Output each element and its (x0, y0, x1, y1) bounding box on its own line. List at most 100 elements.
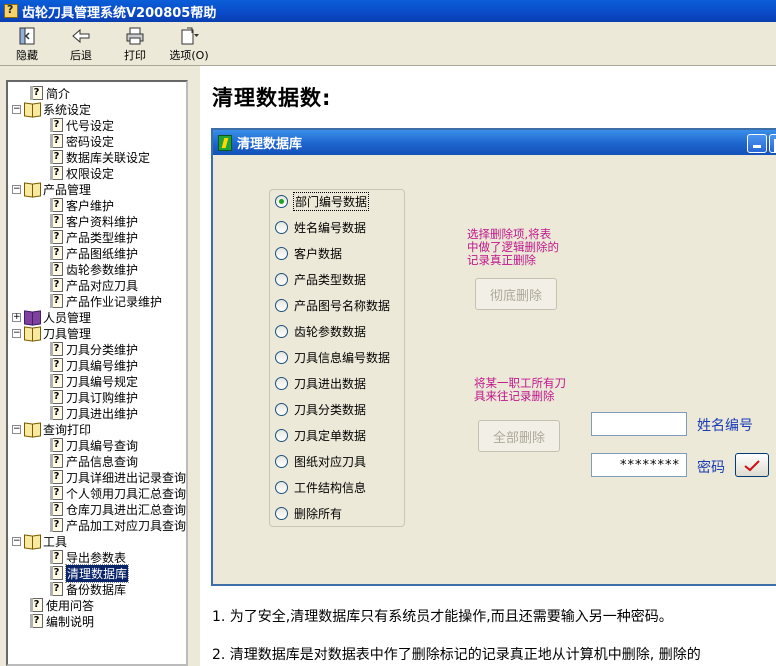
name-code-input[interactable] (591, 412, 687, 436)
expand-icon[interactable]: + (12, 312, 21, 322)
delete-option-radio[interactable]: 工件结构信息 (275, 479, 366, 495)
option-label: 刀具定单数据 (294, 428, 367, 443)
dialog-title-bar: 清理数据库 (213, 130, 776, 155)
delete-option-radio[interactable]: 刀具定单数据 (275, 427, 366, 443)
radio-button-icon[interactable] (275, 272, 288, 286)
tree-item-label: 导出参数表 (66, 550, 127, 565)
confirm-button[interactable] (735, 453, 769, 477)
option-label: 图纸对应刀具 (294, 454, 367, 469)
tree-item[interactable]: ? 客户维护 (50, 197, 114, 213)
options-button[interactable]: 选项(O) (162, 22, 216, 66)
radio-button-icon[interactable] (275, 324, 288, 338)
collapse-icon[interactable]: − (12, 184, 21, 194)
delete-option-radio[interactable]: 部门编号数据 (275, 191, 370, 211)
tree-item[interactable]: ? 产品类型维护 (50, 229, 138, 245)
window-title: 齿轮刀具管理系统V200805帮助 (22, 5, 217, 21)
tree-item-label: 产品信息查询 (66, 454, 139, 469)
tree-item[interactable]: ? 产品加工对应刀具查询 (50, 517, 186, 533)
tree-item[interactable]: ? 备份数据库 (50, 581, 126, 597)
radio-button-icon[interactable] (275, 376, 288, 390)
password-input[interactable]: ******** (591, 453, 687, 477)
maximize-button[interactable] (769, 134, 776, 153)
tree-item[interactable]: ? 刀具详细进出记录查询 (50, 469, 186, 485)
tree-item[interactable]: ? 个人领用刀具汇总查询 (50, 485, 186, 501)
delete-all-button[interactable]: 全部删除 (478, 420, 560, 452)
tree-item[interactable]: ? 数据库关联设定 (50, 149, 150, 165)
delete-option-radio[interactable]: 产品图号名称数据 (275, 297, 390, 313)
tree-item[interactable]: + 人员管理 (12, 309, 91, 325)
delete-option-radio[interactable]: 产品类型数据 (275, 271, 366, 287)
collapse-icon[interactable]: − (12, 536, 21, 546)
radio-button-icon[interactable] (275, 480, 288, 494)
tree-item[interactable]: ? 仓库刀具进出汇总查询 (50, 501, 186, 517)
help-topic-icon: ? (50, 406, 63, 420)
tree-item[interactable]: ? 客户资料维护 (50, 213, 138, 229)
hide-button[interactable]: 隐藏 (0, 22, 54, 66)
radio-button-icon[interactable] (275, 454, 288, 468)
name-code-label: 姓名编号 (697, 418, 753, 434)
tree-item[interactable]: ? 清理数据库 (50, 563, 130, 583)
radio-button-icon[interactable] (275, 428, 288, 442)
tree-item[interactable]: ? 密码设定 (50, 133, 114, 149)
contents-tree-panel[interactable]: ? 简介 − 系统设定? 代号设定? 密码设定? 数据库关联设定? 权限设定 − 产品管理? 客户维… (6, 80, 188, 666)
collapse-icon[interactable]: − (12, 424, 21, 434)
delete-option-radio[interactable]: 删除所有 (275, 505, 342, 521)
option-label: 齿轮参数数据 (294, 324, 367, 339)
help-topic-icon: ? (50, 582, 63, 596)
help-topic-icon: ? (50, 150, 63, 164)
tree-item[interactable]: ? 权限设定 (50, 165, 114, 181)
tree-item[interactable]: ? 齿轮参数维护 (50, 261, 138, 277)
tree-item[interactable]: ? 刀具编号维护 (50, 357, 138, 373)
collapse-icon[interactable]: − (12, 104, 21, 114)
delete-option-radio[interactable]: 客户数据 (275, 245, 342, 261)
help-topic-icon: ? (50, 230, 63, 244)
radio-button-icon[interactable] (275, 298, 288, 312)
minimize-button[interactable] (747, 134, 767, 153)
tree-item-label: 产品管理 (43, 182, 92, 197)
options-label: 选项(O) (169, 49, 209, 62)
tree-item[interactable]: ? 使用问答 (30, 597, 94, 613)
checkmark-icon (744, 460, 760, 472)
purge-note: 选择删除项,将表 中做了逻辑删除的 记录真正删除 (467, 228, 559, 267)
radio-button-icon[interactable] (275, 246, 288, 260)
delete-option-radio[interactable]: 刀具信息编号数据 (275, 349, 390, 365)
radio-button-icon[interactable] (275, 506, 288, 520)
tree-item-label: 系统设定 (43, 102, 92, 117)
tree-item[interactable]: ? 刀具编号规定 (50, 373, 138, 389)
tree-item[interactable]: ? 产品图纸维护 (50, 245, 138, 261)
tree-item-label: 客户维护 (66, 198, 115, 213)
tree-item[interactable]: − 查询打印 (12, 421, 91, 437)
tree-item[interactable]: ? 刀具进出维护 (50, 405, 138, 421)
delete-option-radio[interactable]: 刀具分类数据 (275, 401, 366, 417)
tree-item[interactable]: ? 刀具编号查询 (50, 437, 138, 453)
purge-button[interactable]: 彻底删除 (475, 278, 557, 310)
hide-icon (19, 27, 35, 45)
radio-button-icon[interactable] (275, 194, 288, 208)
tree-item[interactable]: ? 编制说明 (30, 613, 94, 629)
help-topic-icon: ? (50, 198, 63, 212)
radio-button-icon[interactable] (275, 220, 288, 234)
delete-all-note: 将某一职工所有刀 具来往记录删除 (474, 377, 566, 403)
tree-item[interactable]: ? 产品信息查询 (50, 453, 138, 469)
radio-button-icon[interactable] (275, 402, 288, 416)
back-button[interactable]: 后退 (54, 22, 108, 66)
tree-item[interactable]: ? 产品对应刀具 (50, 277, 138, 293)
print-button[interactable]: 打印 (108, 22, 162, 66)
delete-option-radio[interactable]: 齿轮参数数据 (275, 323, 366, 339)
tree-item[interactable]: − 工具 (12, 533, 67, 549)
help-topic-icon: ? (50, 486, 63, 500)
delete-option-radio[interactable]: 图纸对应刀具 (275, 453, 366, 469)
delete-option-radio[interactable]: 刀具进出数据 (275, 375, 366, 391)
tree-item[interactable]: ? 产品作业记录维护 (50, 293, 162, 309)
tree-item[interactable]: − 产品管理 (12, 181, 91, 197)
collapse-icon[interactable]: − (12, 328, 21, 338)
tree-item[interactable]: − 刀具管理 (12, 325, 91, 341)
tree-item[interactable]: ? 代号设定 (50, 117, 114, 133)
tree-item[interactable]: ? 刀具订购维护 (50, 389, 138, 405)
tree-item[interactable]: ? 导出参数表 (50, 549, 126, 565)
tree-item[interactable]: ? 简介 (30, 85, 70, 101)
tree-item[interactable]: ? 刀具分类维护 (50, 341, 138, 357)
radio-button-icon[interactable] (275, 350, 288, 364)
delete-option-radio[interactable]: 姓名编号数据 (275, 219, 366, 235)
tree-item[interactable]: − 系统设定 (12, 101, 91, 117)
